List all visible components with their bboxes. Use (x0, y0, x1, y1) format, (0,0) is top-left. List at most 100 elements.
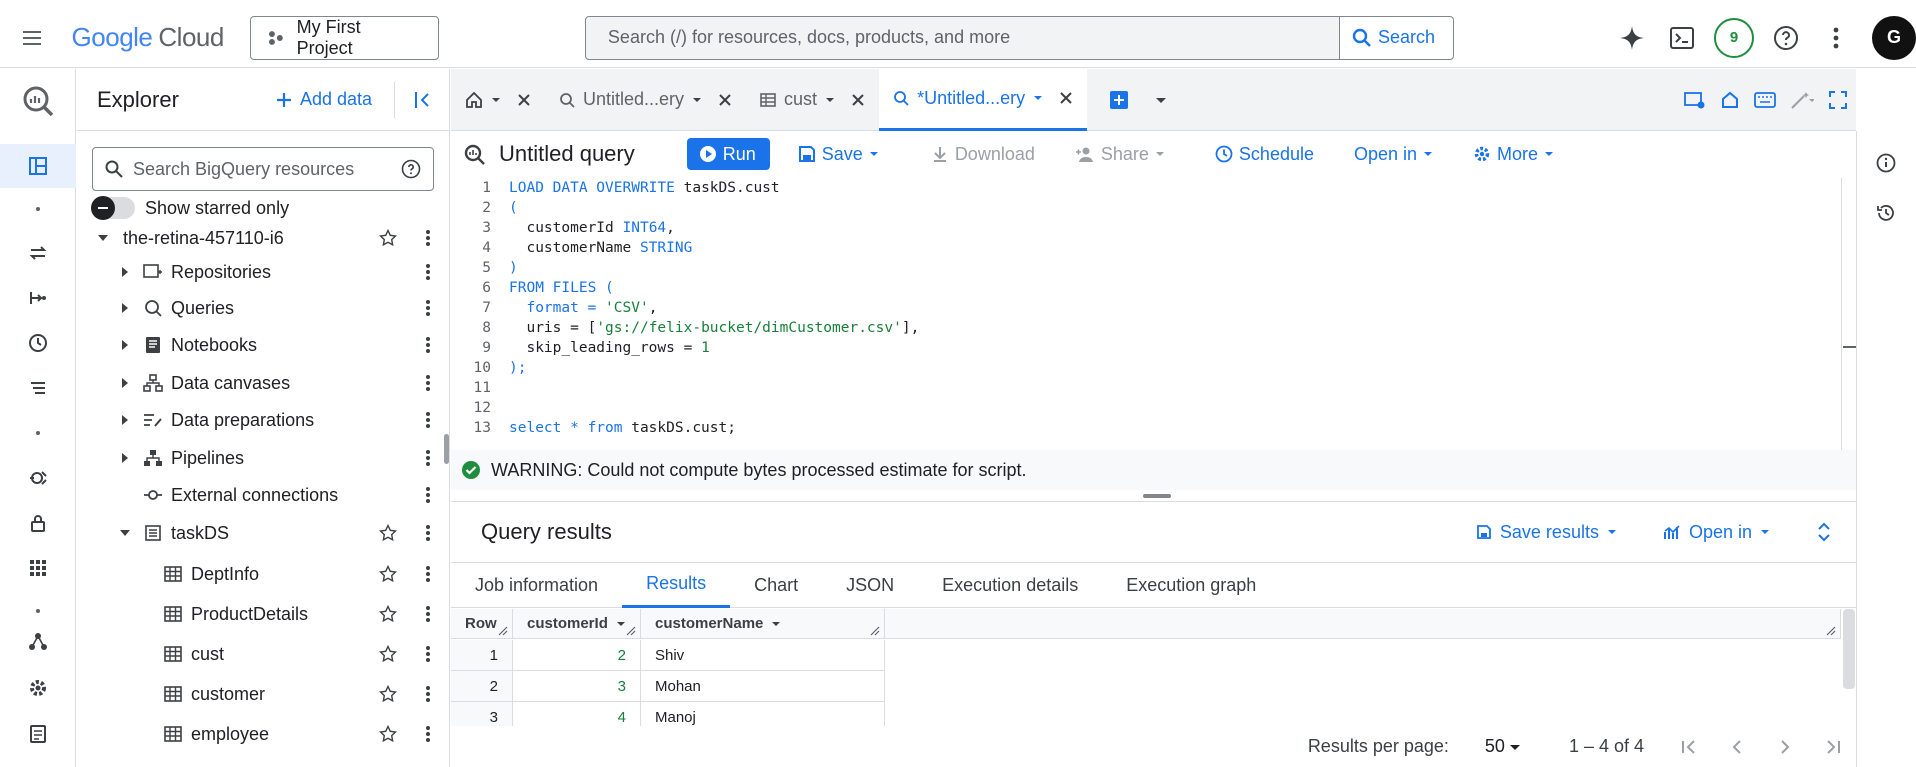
tree-item-connections[interactable]: External connections (77, 477, 437, 513)
fullscreen-icon[interactable] (1828, 90, 1848, 110)
more-vert-icon[interactable] (425, 685, 431, 703)
settings-gear-icon[interactable] (0, 666, 76, 710)
results-tab-results[interactable]: Results (622, 562, 731, 608)
more-vert-icon[interactable] (425, 486, 431, 504)
apps-grid-icon[interactable] (0, 546, 76, 590)
code-line[interactable]: 12 (451, 398, 509, 418)
code-line[interactable]: 11 (451, 378, 509, 398)
chevron-right-icon[interactable] (115, 414, 135, 426)
main-menu-icon[interactable] (14, 20, 50, 56)
help-icon[interactable] (1768, 20, 1804, 56)
search-button[interactable]: Search (1338, 16, 1453, 59)
tab-untitled-query-1[interactable]: Untitled...ery (545, 69, 746, 131)
home-outline-icon[interactable] (1720, 90, 1740, 110)
history-icon[interactable] (1876, 203, 1896, 223)
results-tab-json[interactable]: JSON (822, 562, 918, 608)
list-rail-icon[interactable] (0, 366, 76, 410)
cloud-shell-icon[interactable] (1664, 20, 1700, 56)
show-starred-toggle[interactable] (91, 196, 135, 220)
chevron-right-icon[interactable] (115, 302, 135, 314)
hub-icon[interactable] (0, 619, 76, 663)
release-notes-icon[interactable] (0, 712, 76, 756)
more-button[interactable]: More (1473, 144, 1554, 165)
code-line[interactable]: 10); (451, 358, 527, 378)
add-data-button[interactable]: Add data (276, 81, 395, 118)
star-icon[interactable] (379, 524, 397, 542)
more-vert-icon[interactable] (425, 725, 431, 743)
star-icon[interactable] (379, 605, 397, 623)
more-vert-icon[interactable] (425, 565, 431, 583)
code-line[interactable]: 13 select * from taskDS.cust; (451, 418, 736, 438)
code-line[interactable]: 7 format = 'CSV', (451, 298, 657, 318)
project-picker-button[interactable]: My First Project (249, 15, 439, 60)
column-header[interactable]: Row (451, 609, 513, 639)
chevron-right-icon[interactable] (115, 377, 135, 389)
first-page-icon[interactable] (1680, 738, 1698, 756)
code-line[interactable]: 2( (451, 198, 517, 218)
table-cell[interactable]: Shiv (641, 640, 885, 671)
help-icon[interactable] (401, 159, 421, 179)
code-line[interactable]: 1 LOAD DATA OVERWRITE taskDS.cust (451, 178, 779, 198)
row-number-cell[interactable]: 1 (451, 640, 513, 671)
column-resize-icon[interactable] (870, 626, 880, 636)
column-header[interactable]: customerName (641, 609, 885, 639)
close-icon[interactable] (1059, 91, 1073, 105)
more-vert-icon[interactable] (425, 336, 431, 354)
chevron-down-icon[interactable] (491, 95, 501, 105)
tree-item-queries[interactable]: Queries (77, 290, 437, 326)
chevron-right-icon[interactable] (115, 452, 135, 464)
tree-item-dataset[interactable]: taskDS (77, 515, 437, 551)
close-icon[interactable] (718, 93, 732, 107)
editor-scroll-marker[interactable] (1843, 346, 1857, 348)
info-icon[interactable] (1876, 153, 1896, 173)
bigquery-logo-icon[interactable] (0, 79, 76, 123)
code-line[interactable]: 8 uris = ['gs://felix-bucket/dimCustomer… (451, 318, 919, 338)
results-tab-job-information[interactable]: Job information (451, 562, 622, 608)
tab-home[interactable] (451, 69, 545, 131)
chevron-down-icon[interactable] (825, 95, 835, 105)
gemini-icon[interactable] (1614, 20, 1650, 56)
more-vert-icon[interactable] (425, 645, 431, 663)
results-tab-execution-graph[interactable]: Execution graph (1102, 562, 1280, 608)
expand-collapse-icon[interactable] (1816, 522, 1832, 542)
google-cloud-logo[interactable]: Google Cloud (72, 22, 225, 53)
tree-item-pipelines[interactable]: Pipelines (77, 440, 437, 476)
save-button[interactable]: Save (798, 144, 879, 165)
more-vert-icon[interactable] (425, 229, 431, 247)
share-button[interactable]: Share (1075, 144, 1165, 165)
results-open-in-button[interactable]: Open in (1663, 522, 1770, 543)
tree-item-canvases[interactable]: Data canvases (77, 365, 437, 401)
collapse-explorer-icon[interactable] (395, 90, 449, 110)
tree-item-notebooks[interactable]: Notebooks (77, 327, 437, 363)
tab-untitled-query-active[interactable]: *Untitled...ery (879, 68, 1088, 131)
column-header[interactable]: customerId (513, 609, 641, 639)
code-line[interactable]: 6 FROM FILES ( (451, 278, 614, 298)
last-page-icon[interactable] (1824, 738, 1842, 756)
column-resize-icon[interactable] (498, 626, 508, 636)
star-icon[interactable] (379, 229, 397, 247)
resize-drag-handle[interactable] (1143, 494, 1171, 498)
column-resize-icon[interactable] (1826, 626, 1836, 636)
more-vert-icon[interactable] (425, 263, 431, 281)
more-vert-icon[interactable] (425, 411, 431, 429)
schedule-button[interactable]: Schedule (1215, 144, 1314, 165)
star-icon[interactable] (379, 725, 397, 743)
more-vert-icon[interactable] (425, 605, 431, 623)
global-search-input[interactable] (585, 16, 1339, 59)
code-line[interactable]: 9 skip_leading_rows = 1 (451, 338, 710, 358)
more-vert-icon[interactable] (425, 299, 431, 317)
tab-cust[interactable]: cust (746, 69, 879, 131)
transfers-icon[interactable] (0, 231, 76, 275)
more-vert-icon[interactable] (425, 449, 431, 467)
rows-per-page-select[interactable]: 50 (1485, 736, 1521, 757)
sort-chevron-icon[interactable] (616, 619, 626, 629)
table-cell[interactable]: 2 (513, 640, 641, 671)
chevron-down-icon[interactable] (1033, 93, 1043, 103)
expand-more-icon[interactable] (93, 233, 113, 243)
next-page-icon[interactable] (1776, 738, 1794, 756)
tab-switch-icon[interactable] (1684, 90, 1706, 110)
results-tab-execution-details[interactable]: Execution details (918, 562, 1102, 608)
tree-item-table[interactable]: cust (77, 636, 437, 672)
tree-item-project[interactable]: the-retina-457110-i6 (77, 220, 437, 256)
tree-item-table[interactable]: customer (77, 676, 437, 712)
